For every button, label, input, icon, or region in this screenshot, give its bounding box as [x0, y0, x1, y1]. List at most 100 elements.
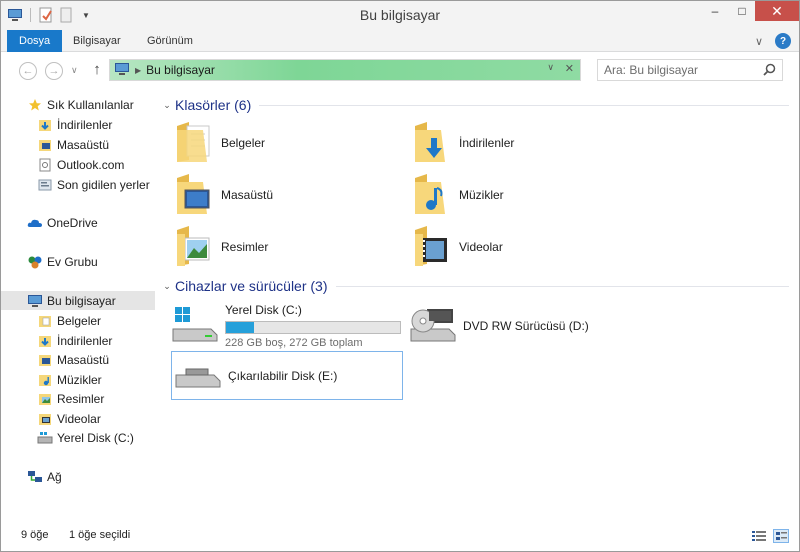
item-count: 9 öğe: [21, 529, 49, 541]
folder-label: Müzikler: [459, 188, 504, 202]
downloads-folder-icon: [37, 117, 53, 133]
downloads-folder-icon: [411, 120, 451, 167]
nav-item-label: Son gidilen yerler: [57, 177, 150, 192]
ribbon-tabs: Dosya Bilgisayar Görünüm ∨ ?: [1, 30, 799, 52]
minimize-button[interactable]: –: [701, 1, 729, 21]
music-folder-icon: [37, 372, 53, 388]
drive-label: DVD RW Sürücüsü (D:): [463, 319, 589, 333]
music-folder-icon: [411, 172, 451, 219]
nav-item-label: Bu bilgisayar: [47, 293, 116, 308]
nav-item-network[interactable]: Ağ: [1, 467, 155, 486]
nav-item-label: Masaüstü: [57, 352, 110, 367]
up-arrow-icon[interactable]: ↑: [89, 61, 105, 78]
nav-item-downloads[interactable]: İndirilenler: [1, 331, 155, 350]
divider: [259, 104, 789, 106]
nav-item-local-disk[interactable]: Yerel Disk (C:): [1, 428, 155, 447]
nav-item-label: Outlook.com: [57, 157, 125, 172]
nav-item-documents[interactable]: Belgeler: [1, 311, 155, 330]
back-button[interactable]: ←: [19, 62, 37, 80]
expand-ribbon-icon[interactable]: ∨: [751, 33, 767, 49]
collapse-chevron-icon[interactable]: ⌄: [159, 281, 175, 292]
nav-item-label: Belgeler: [57, 313, 102, 328]
pictures-folder-icon: [37, 391, 53, 407]
address-dropdown-icon[interactable]: ∨: [547, 62, 554, 73]
folder-label: Belgeler: [221, 136, 266, 150]
address-bar[interactable]: ▶ Bu bilgisayar ∨ ✕: [109, 59, 581, 81]
title-bar: ▼ Bu bilgisayar – □ ✕: [1, 1, 799, 30]
nav-item-videos[interactable]: Videolar: [1, 409, 155, 428]
nav-item-onedrive[interactable]: OneDrive: [1, 213, 155, 232]
drive-icon: [37, 430, 53, 446]
content-pane: ⌄ Klasörler (6) Belgeler İndirilenler Ma…: [159, 89, 799, 519]
drive-label: Çıkarılabilir Disk (E:): [228, 368, 338, 383]
group-header-devices[interactable]: ⌄ Cihazlar ve sürücüler (3): [159, 276, 789, 296]
group-header-folders[interactable]: ⌄ Klasörler (6): [159, 95, 789, 115]
nav-item-desktop[interactable]: Masaüstü: [1, 135, 155, 154]
capacity-bar: [225, 321, 401, 334]
folder-tile-videos[interactable]: Videolar: [411, 221, 631, 273]
forward-button[interactable]: →: [45, 62, 63, 80]
nav-item-label: Videolar: [57, 411, 101, 426]
nav-item-desktop[interactable]: Masaüstü: [1, 350, 155, 369]
outlook-icon: [37, 157, 53, 173]
nav-item-this-pc[interactable]: Bu bilgisayar: [1, 291, 155, 310]
tab-computer[interactable]: Bilgisayar: [61, 30, 133, 52]
tiles-view-icon[interactable]: [773, 529, 789, 543]
explorer-window: ▼ Bu bilgisayar – □ ✕ Dosya Bilgisayar G…: [0, 0, 800, 552]
folder-tile-desktop[interactable]: Masaüstü: [173, 169, 393, 221]
collapse-chevron-icon[interactable]: ⌄: [159, 100, 175, 111]
drive-free-space: 228 GB boş, 272 GB toplam: [225, 337, 363, 349]
folder-label: Masaüstü: [221, 188, 274, 202]
tab-view[interactable]: Görünüm: [135, 30, 205, 52]
breadcrumb-separator-icon[interactable]: ▶: [135, 66, 141, 75]
nav-item-label: Ev Grubu: [47, 254, 98, 269]
breadcrumb[interactable]: Bu bilgisayar: [146, 63, 215, 77]
removable-disk-icon: [174, 357, 222, 394]
nav-item-label: İndirilenler: [57, 117, 113, 132]
search-icon[interactable]: [763, 63, 776, 79]
address-row: ← → ∨ ↑ ▶ Bu bilgisayar ∨ ✕: [1, 53, 799, 89]
folder-label: Videolar: [459, 240, 503, 254]
search-input[interactable]: [604, 60, 754, 80]
nav-item-favorites[interactable]: Sık Kullanılanlar: [1, 95, 155, 114]
nav-item-recent-places[interactable]: Son gidilen yerler: [1, 175, 155, 194]
divider: [335, 285, 789, 287]
nav-item-music[interactable]: Müzikler: [1, 370, 155, 389]
refresh-icon[interactable]: ✕: [565, 62, 574, 75]
nav-item-label: İndirilenler: [57, 333, 113, 348]
maximize-button[interactable]: □: [729, 1, 755, 21]
nav-item-homegroup[interactable]: Ev Grubu: [1, 252, 155, 271]
folder-label: İndirilenler: [459, 136, 515, 150]
close-button[interactable]: ✕: [755, 1, 799, 21]
drive-tile-dvd[interactable]: DVD RW Sürücüsü (D:): [409, 301, 641, 351]
pictures-folder-icon: [173, 224, 213, 271]
nav-item-label: Müzikler: [57, 372, 102, 387]
nav-item-label: Ağ: [47, 469, 62, 484]
recent-locations-icon[interactable]: ∨: [71, 65, 78, 76]
tab-file[interactable]: Dosya: [7, 30, 63, 52]
folder-tile-pictures[interactable]: Resimler: [173, 221, 393, 273]
recent-places-icon: [37, 177, 53, 193]
details-view-icon[interactable]: [751, 529, 767, 543]
hard-drive-icon: [171, 305, 219, 348]
search-box[interactable]: [597, 59, 783, 81]
selection-count: 1 öğe seçildi: [69, 529, 131, 541]
drive-info: DVD RW Sürücüsü (D:): [463, 319, 589, 333]
computer-icon: [27, 293, 43, 309]
downloads-folder-icon: [37, 333, 53, 349]
group-title: Cihazlar ve sürücüler (3): [175, 278, 328, 294]
help-icon[interactable]: ?: [775, 33, 791, 49]
drive-tile-removable[interactable]: Çıkarılabilir Disk (E:): [171, 351, 403, 400]
folder-tile-downloads[interactable]: İndirilenler: [411, 117, 631, 169]
drive-info: Çıkarılabilir Disk (E:): [228, 369, 337, 383]
nav-item-downloads[interactable]: İndirilenler: [1, 115, 155, 134]
nav-item-outlook[interactable]: Outlook.com: [1, 155, 155, 174]
folder-tile-documents[interactable]: Belgeler: [173, 117, 393, 169]
nav-item-label: Masaüstü: [57, 137, 110, 152]
drive-tile-local-disk[interactable]: Yerel Disk (C:) 228 GB boş, 272 GB topla…: [171, 301, 403, 351]
nav-item-pictures[interactable]: Resimler: [1, 389, 155, 408]
homegroup-icon: [27, 254, 43, 270]
nav-item-label: Yerel Disk (C:): [57, 430, 134, 445]
folder-tile-music[interactable]: Müzikler: [411, 169, 631, 221]
computer-icon: [114, 62, 130, 79]
